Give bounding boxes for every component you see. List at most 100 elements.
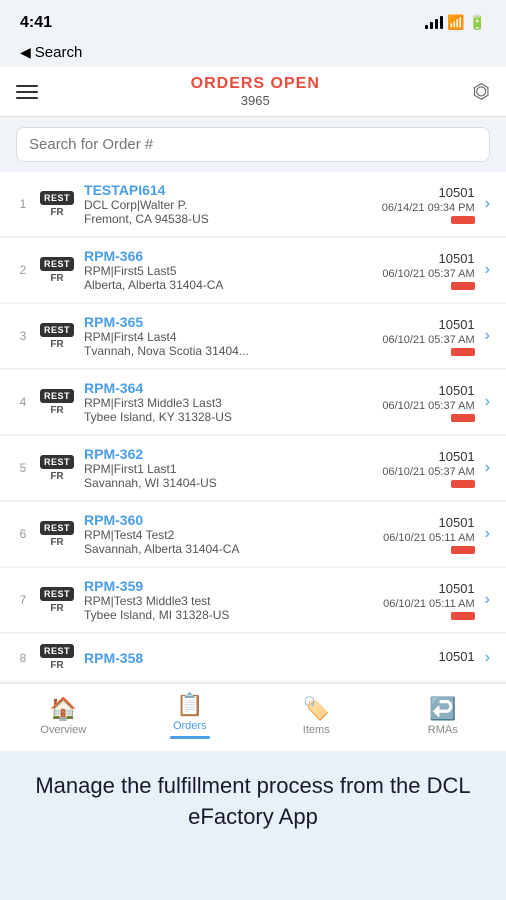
order-list-item[interactable]: 8 REST FR RPM-358 10501 ›	[0, 634, 506, 682]
chevron-right-icon: ›	[485, 525, 490, 543]
order-id: 10501	[439, 515, 475, 530]
phone-screen: 4:41 📶 🔋 ◀ Search	[0, 0, 506, 751]
order-status-indicator	[451, 216, 475, 224]
items-icon: 🏷️	[303, 696, 330, 722]
order-name: TESTAPI614	[84, 182, 372, 198]
order-right: 10501 06/10/21 05:37 AM	[382, 251, 474, 290]
back-label[interactable]: Search	[35, 44, 83, 61]
fr-badge: FR	[50, 273, 63, 284]
order-info: RPM-366 RPM|First5 Last5 Alberta, Albert…	[84, 248, 372, 292]
order-badges: REST FR	[40, 323, 74, 350]
fr-badge: FR	[50, 207, 63, 218]
rest-badge: REST	[40, 644, 74, 658]
order-list-item[interactable]: 7 REST FR RPM-359 RPM|Test3 Middle3 test…	[0, 568, 506, 633]
rest-badge: REST	[40, 257, 74, 271]
rest-badge: REST	[40, 521, 74, 535]
order-list-item[interactable]: 2 REST FR RPM-366 RPM|First5 Last5 Alber…	[0, 238, 506, 303]
order-list-item[interactable]: 5 REST FR RPM-362 RPM|First1 Last1 Savan…	[0, 436, 506, 501]
header-title: ORDERS OPEN 3965	[191, 75, 320, 108]
chevron-right-icon: ›	[485, 327, 490, 345]
bottom-description: Manage the fulfillment process from the …	[30, 771, 476, 833]
status-icons: 📶 🔋	[425, 14, 486, 31]
order-right: 10501 06/10/21 05:11 AM	[383, 515, 475, 554]
order-name: RPM-365	[84, 314, 372, 330]
rest-badge: REST	[40, 455, 74, 469]
order-id: 10501	[439, 251, 475, 266]
bottom-nav: 🏠 Overview 📋 Orders 🏷️ Items ↩️ RMAs	[0, 683, 506, 751]
order-right: 10501 06/10/21 05:37 AM	[382, 317, 474, 356]
search-container	[0, 117, 506, 172]
order-badges: REST FR	[40, 257, 74, 284]
order-name: RPM-359	[84, 578, 373, 594]
fr-badge: FR	[50, 603, 63, 614]
order-date: 06/10/21 05:11 AM	[383, 598, 475, 610]
nav-label-orders: Orders	[173, 720, 207, 732]
order-name: RPM-366	[84, 248, 372, 264]
order-list-item[interactable]: 4 REST FR RPM-364 RPM|First3 Middle3 Las…	[0, 370, 506, 435]
order-right: 10501 06/10/21 05:37 AM	[382, 383, 474, 422]
back-chevron-icon: ◀	[20, 44, 31, 61]
fr-badge: FR	[50, 339, 63, 350]
order-status-indicator	[451, 414, 475, 422]
app-header: ORDERS OPEN 3965 ⏣	[0, 67, 506, 117]
nav-item-orders[interactable]: 📋 Orders	[127, 692, 254, 739]
order-date: 06/10/21 05:11 AM	[383, 532, 475, 544]
orders-count: 3965	[191, 93, 320, 108]
order-number: 5	[16, 461, 30, 475]
order-info: RPM-365 RPM|First4 Last4 Tvannah, Nova S…	[84, 314, 372, 358]
order-badges: REST FR	[40, 587, 74, 614]
order-status-indicator	[451, 546, 475, 554]
order-location: Tybee Island, KY 31328-US	[84, 410, 372, 424]
order-badges: REST FR	[40, 389, 74, 416]
order-list-item[interactable]: 6 REST FR RPM-360 RPM|Test4 Test2 Savann…	[0, 502, 506, 567]
rmas-icon: ↩️	[429, 696, 456, 722]
order-location: Alberta, Alberta 31404-CA	[84, 278, 372, 292]
order-list-item[interactable]: 3 REST FR RPM-365 RPM|First4 Last4 Tvann…	[0, 304, 506, 369]
filter-icon[interactable]: ⏣	[473, 79, 490, 104]
order-company: RPM|Test4 Test2	[84, 528, 373, 542]
nav-label-overview: Overview	[40, 724, 86, 736]
order-info: RPM-364 RPM|First3 Middle3 Last3 Tybee I…	[84, 380, 372, 424]
nav-item-rmas[interactable]: ↩️ RMAs	[380, 696, 506, 736]
order-number: 6	[16, 527, 30, 541]
chevron-right-icon: ›	[485, 459, 490, 477]
order-list-item[interactable]: 1 REST FR TESTAPI614 DCL Corp|Walter P. …	[0, 172, 506, 237]
order-company: RPM|First4 Last4	[84, 330, 372, 344]
nav-item-overview[interactable]: 🏠 Overview	[0, 696, 127, 736]
chevron-right-icon: ›	[485, 195, 490, 213]
order-date: 06/14/21 09:34 PM	[382, 202, 475, 214]
fr-badge: FR	[50, 405, 63, 416]
order-number: 1	[16, 197, 30, 211]
order-company: RPM|First3 Middle3 Last3	[84, 396, 372, 410]
rest-badge: REST	[40, 191, 74, 205]
order-date: 06/10/21 05:37 AM	[382, 268, 474, 280]
home-icon: 🏠	[50, 696, 77, 722]
order-company: RPM|Test3 Middle3 test	[84, 594, 373, 608]
nav-active-indicator	[170, 736, 210, 739]
nav-item-items[interactable]: 🏷️ Items	[253, 696, 380, 736]
order-location: Tybee Island, MI 31328-US	[84, 608, 373, 622]
nav-label-rmas: RMAs	[428, 724, 458, 736]
order-status-indicator	[451, 480, 475, 488]
order-right: 10501 06/10/21 05:37 AM	[382, 449, 474, 488]
order-id: 10501	[439, 185, 475, 200]
nav-back[interactable]: ◀ Search	[0, 40, 506, 67]
fr-badge: FR	[50, 660, 63, 671]
order-location: Savannah, WI 31404-US	[84, 476, 372, 490]
order-id: 10501	[439, 317, 475, 332]
order-date: 06/10/21 05:37 AM	[382, 466, 474, 478]
chevron-right-icon: ›	[485, 393, 490, 411]
search-input[interactable]	[16, 127, 490, 162]
order-location: Tvannah, Nova Scotia 31404...	[84, 344, 372, 358]
order-info: RPM-362 RPM|First1 Last1 Savannah, WI 31…	[84, 446, 372, 490]
order-badges: REST FR	[40, 191, 74, 218]
order-number: 2	[16, 263, 30, 277]
order-id: 10501	[439, 649, 475, 664]
hamburger-menu-icon[interactable]	[16, 85, 38, 99]
fr-badge: FR	[50, 471, 63, 482]
order-right: 10501	[439, 649, 475, 666]
order-company: RPM|First1 Last1	[84, 462, 372, 476]
order-name: RPM-360	[84, 512, 373, 528]
order-badges: REST FR	[40, 455, 74, 482]
order-status-indicator	[451, 348, 475, 356]
